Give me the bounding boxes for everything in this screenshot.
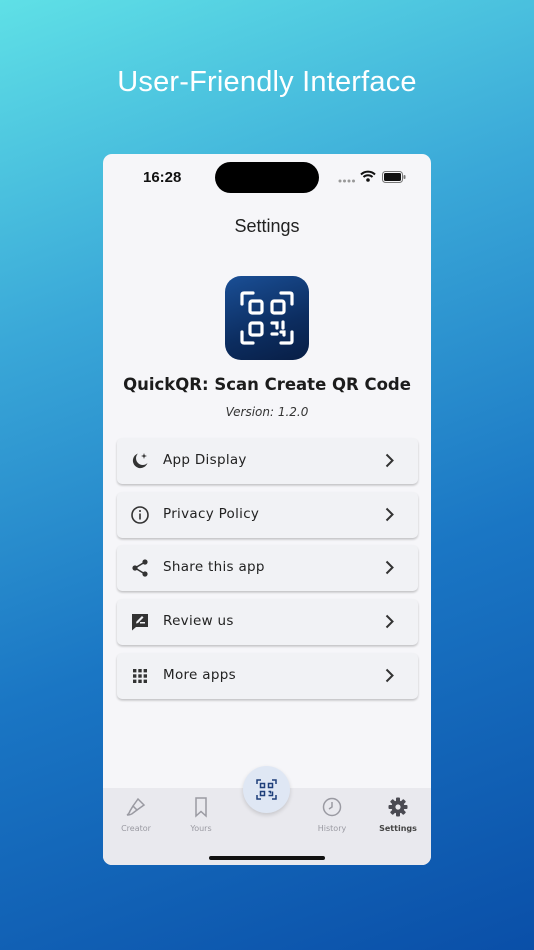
menu-item-label: App Display bbox=[163, 452, 247, 468]
menu-item-label: Share this app bbox=[163, 559, 265, 576]
app-name: QuickQR: Scan Create QR Code bbox=[123, 375, 411, 394]
tab-label: Yours bbox=[190, 824, 212, 833]
chevron-right-icon bbox=[385, 614, 394, 629]
headline: User-Friendly Interface bbox=[117, 66, 417, 98]
info-icon bbox=[131, 505, 149, 524]
battery-icon bbox=[382, 171, 406, 183]
tab-history[interactable]: History bbox=[302, 796, 362, 833]
bookmark-icon bbox=[195, 797, 207, 818]
brush-icon bbox=[126, 797, 146, 816]
menu-item-more-apps[interactable]: More apps bbox=[117, 652, 418, 699]
chevron-right-icon bbox=[385, 561, 394, 575]
tab-label: Creator bbox=[121, 824, 151, 833]
tab-creator[interactable]: Creator bbox=[106, 796, 166, 833]
grid-icon bbox=[133, 668, 147, 683]
status-time: 16:28 bbox=[143, 169, 182, 186]
page-title: Settings bbox=[234, 216, 300, 236]
app-logo bbox=[225, 276, 309, 360]
chevron-right-icon bbox=[385, 453, 394, 468]
moon-icon bbox=[132, 453, 148, 469]
share-icon bbox=[132, 559, 148, 577]
menu-item-privacy-policy[interactable]: Privacy Policy bbox=[117, 491, 418, 538]
chevron-right-icon bbox=[385, 668, 394, 682]
menu-item-label: More apps bbox=[163, 666, 236, 683]
gear-icon bbox=[388, 797, 408, 817]
qr-logo-icon bbox=[240, 291, 294, 345]
review-icon bbox=[132, 614, 148, 631]
scan-button[interactable] bbox=[243, 766, 290, 813]
menu-item-label: Review us bbox=[163, 613, 234, 630]
status-bar: 16:28 bbox=[103, 154, 431, 204]
menu-item-review-us[interactable]: Review us bbox=[117, 599, 418, 646]
clock-icon bbox=[322, 797, 342, 817]
tab-yours[interactable]: Yours bbox=[171, 796, 231, 833]
settings-menu: App Display Privacy Policy Share this ap… bbox=[117, 438, 418, 706]
tab-label: History bbox=[317, 824, 347, 833]
qr-scan-icon bbox=[256, 779, 277, 800]
tab-label: Settings bbox=[379, 824, 417, 833]
signal-icon bbox=[338, 179, 355, 183]
chevron-right-icon bbox=[385, 507, 394, 521]
dynamic-island bbox=[215, 162, 319, 193]
menu-item-app-display[interactable]: App Display bbox=[117, 438, 418, 484]
app-version: Version: 1.2.0 bbox=[225, 405, 309, 419]
wifi-icon bbox=[360, 170, 376, 182]
phone-screen: 16:28 Settings QuickQR: Scan Create QR C… bbox=[103, 154, 431, 865]
menu-item-share-app[interactable]: Share this app bbox=[117, 545, 418, 592]
menu-item-label: Privacy Policy bbox=[163, 505, 260, 522]
tab-settings[interactable]: Settings bbox=[368, 796, 428, 833]
home-indicator bbox=[209, 856, 325, 860]
